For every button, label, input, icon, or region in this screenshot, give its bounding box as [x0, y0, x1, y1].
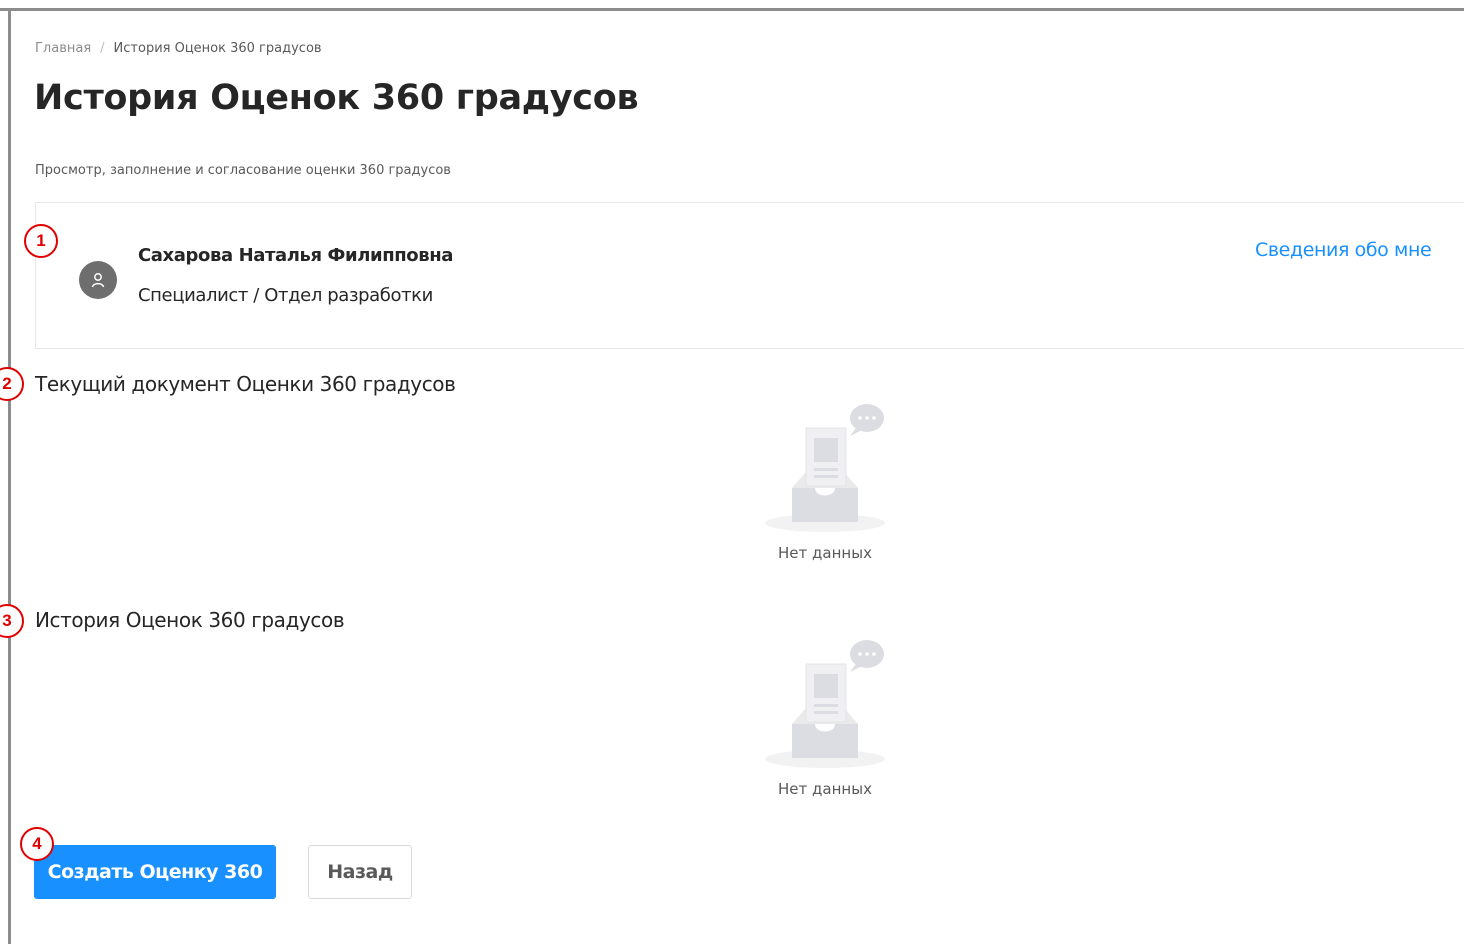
empty-inbox-icon — [765, 404, 885, 532]
profile-card — [35, 202, 1464, 349]
page-title: История Оценок 360 градусов — [34, 78, 639, 118]
empty-inbox-icon — [765, 640, 885, 768]
screenshot-frame-top — [0, 0, 1464, 11]
empty-state-text: Нет данных — [778, 544, 872, 562]
avatar — [79, 261, 117, 299]
current-document-title: Текущий документ Оценки 360 градусов — [35, 372, 456, 396]
breadcrumb-home-link[interactable]: Главная — [35, 41, 91, 56]
history-empty-state: Нет данных — [735, 634, 915, 798]
current-document-empty-state: Нет данных — [735, 398, 915, 562]
breadcrumb-current: История Оценок 360 градусов — [113, 41, 322, 56]
callout-marker: 4 — [20, 827, 54, 861]
user-icon — [91, 273, 105, 288]
profile-role: Специалист / Отдел разработки — [138, 285, 433, 306]
profile-name: Сахарова Наталья Филипповна — [138, 245, 454, 266]
callout-marker: 2 — [0, 367, 24, 401]
breadcrumb: Главная / История Оценок 360 градусов — [35, 41, 322, 56]
callout-marker: 1 — [24, 224, 58, 258]
screenshot-frame-left — [8, 8, 11, 944]
about-me-link[interactable]: Сведения обо мне — [1255, 239, 1432, 261]
page-subtitle: Просмотр, заполнение и согласование оцен… — [35, 163, 451, 178]
breadcrumb-separator: / — [100, 41, 105, 56]
back-button[interactable]: Назад — [308, 845, 412, 899]
empty-state-text: Нет данных — [778, 780, 872, 798]
history-title: История Оценок 360 градусов — [35, 608, 345, 632]
create-assessment-button[interactable]: Создать Оценку 360 — [34, 845, 276, 899]
callout-marker: 3 — [0, 604, 24, 638]
